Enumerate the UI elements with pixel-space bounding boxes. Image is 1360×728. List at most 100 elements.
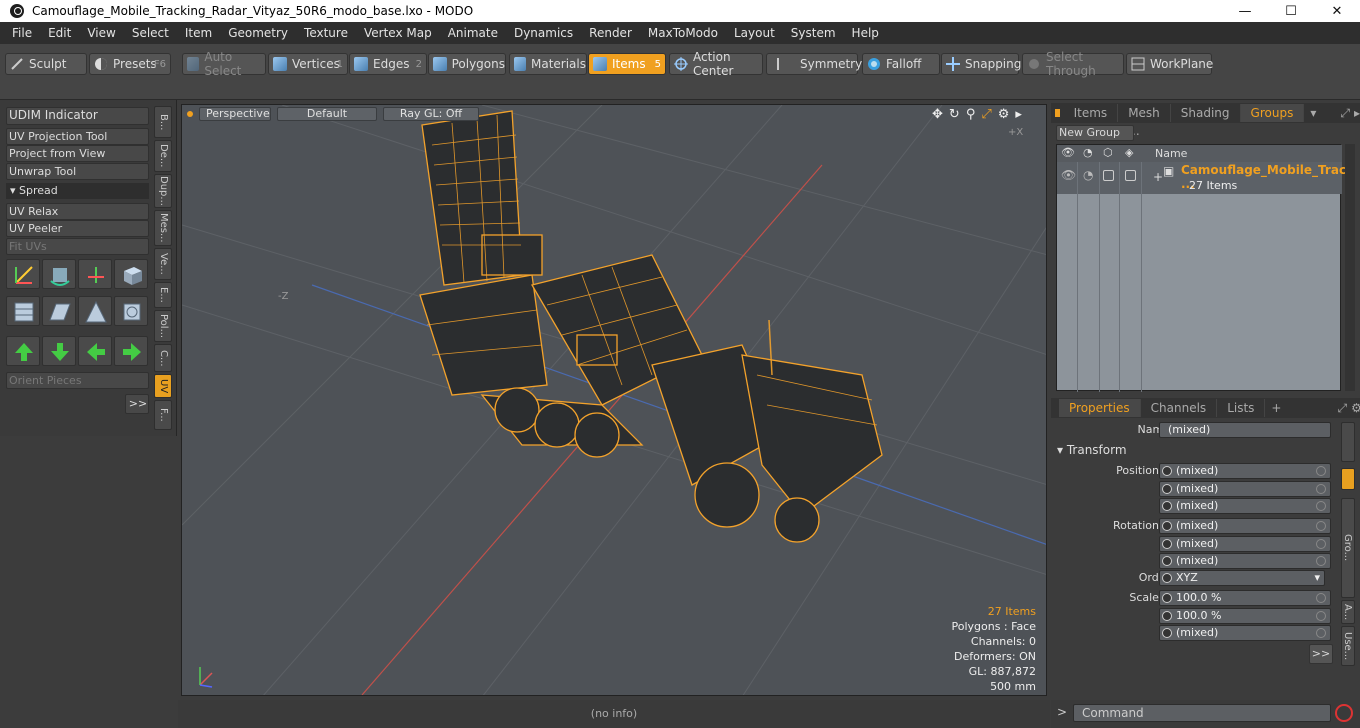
panel-more-icon[interactable]: ▸ (1354, 106, 1360, 120)
tab-menu-chevron-icon[interactable]: ▾ (1310, 106, 1316, 120)
snapping-button[interactable]: Snapping (941, 53, 1021, 75)
vtab-edge[interactable]: E... (154, 282, 172, 308)
maximize-button[interactable]: ☐ (1268, 0, 1314, 22)
materials-button[interactable]: Materials (509, 53, 587, 75)
scale-y-field[interactable]: 100.0 % (1159, 608, 1331, 624)
raygl-toggle[interactable]: Ray GL: Off (383, 107, 479, 121)
uv-sphere-icon-button[interactable] (6, 296, 40, 326)
properties-side-active[interactable] (1341, 468, 1355, 490)
position-z-field[interactable]: (mixed) (1159, 498, 1331, 514)
vtab-vertex[interactable]: Ve... (154, 248, 172, 280)
minimize-button[interactable]: — (1222, 0, 1268, 22)
uv-transform-icon-button[interactable] (6, 259, 40, 289)
select-icon[interactable]: ◈ (1125, 146, 1133, 159)
position-y-field[interactable]: (mixed) (1159, 481, 1331, 497)
udim-indicator-button[interactable]: UDIM Indicator (6, 107, 149, 125)
tab-channels[interactable]: Channels (1141, 399, 1218, 417)
move-up-button[interactable] (6, 336, 40, 366)
vtab-basic[interactable]: B... (154, 106, 172, 138)
uv-projection-tool-button[interactable]: UV Projection Tool (6, 128, 149, 145)
expand-plus-icon[interactable]: + (1153, 170, 1163, 184)
properties-side-grip[interactable] (1341, 422, 1355, 462)
new-group-button[interactable]: New Group (1056, 125, 1134, 141)
panel-handle[interactable] (1055, 109, 1060, 117)
uv-peeler-button[interactable]: UV Peeler (6, 220, 149, 237)
menu-item[interactable]: Item (177, 26, 220, 40)
vtab-deform[interactable]: De... (154, 140, 172, 172)
falloff-button[interactable]: Falloff (862, 53, 940, 75)
fit-uvs-button[interactable]: Fit UVs (6, 238, 149, 255)
uv-planar-icon-button[interactable] (42, 296, 76, 326)
project-from-view-button[interactable]: Project from View (6, 145, 149, 162)
menu-help[interactable]: Help (844, 26, 887, 40)
symmetry-button[interactable]: Symmetry (766, 53, 862, 75)
more-properties-button[interactable]: >> (1309, 644, 1333, 664)
select-through-button[interactable]: Select Through (1022, 50, 1124, 78)
visibility-eye-icon[interactable]: 👁 (1061, 146, 1075, 159)
scale-z-field[interactable]: (mixed) (1159, 625, 1331, 641)
menu-render[interactable]: Render (581, 26, 640, 40)
menu-dynamics[interactable]: Dynamics (506, 26, 581, 40)
uv-box-icon-button[interactable] (114, 259, 148, 289)
uv-cylinder-icon-button[interactable] (114, 296, 148, 326)
menu-animate[interactable]: Animate (440, 26, 506, 40)
uv-cone-icon-button[interactable] (78, 296, 112, 326)
side-tab-user[interactable]: Use... (1341, 626, 1355, 666)
name-column-header[interactable]: Name (1155, 147, 1187, 160)
shading-dropdown[interactable]: Default (277, 107, 377, 121)
expand-arrow-icon[interactable]: ▸ (1015, 107, 1022, 122)
tab-lists[interactable]: Lists (1217, 399, 1266, 417)
tab-properties[interactable]: Properties (1059, 399, 1141, 417)
vtab-duplicate[interactable]: Dup... (154, 174, 172, 208)
menu-maxtomodo[interactable]: MaxToModo (640, 26, 726, 40)
side-tab-groups[interactable]: Gro... (1341, 498, 1355, 598)
popout-icon[interactable]: ⤢ (1340, 106, 1350, 121)
group-lock-checkbox[interactable] (1103, 170, 1114, 181)
sculpt-button[interactable]: Sculpt (5, 53, 87, 75)
auto-select-button[interactable]: Auto Select (182, 50, 266, 78)
action-center-button[interactable]: Action Center (669, 50, 763, 78)
vtab-polygon[interactable]: Pol... (154, 310, 172, 342)
render-icon[interactable]: ◔ (1083, 146, 1093, 159)
move-right-button[interactable] (114, 336, 148, 366)
rotation-y-field[interactable]: (mixed) (1159, 536, 1331, 552)
group-render-icon[interactable]: ◔ (1083, 168, 1093, 182)
group-visibility-icon[interactable]: 👁 (1061, 168, 1076, 182)
vtab-curve[interactable]: C... (154, 344, 172, 372)
menu-geometry[interactable]: Geometry (220, 26, 296, 40)
command-input[interactable]: Command (1073, 704, 1331, 722)
settings-gear-icon[interactable]: ⚙ (1351, 401, 1360, 415)
tab-items[interactable]: Items (1064, 104, 1119, 122)
orient-pieces-button[interactable]: Orient Pieces (6, 372, 149, 389)
pan-icon[interactable]: ✥ (932, 107, 943, 122)
menu-select[interactable]: Select (124, 26, 177, 40)
more-tools-button[interactable]: >> (125, 394, 149, 414)
uv-scale-icon-button[interactable] (78, 259, 112, 289)
group-select-checkbox[interactable] (1125, 170, 1136, 181)
position-x-field[interactable]: (mixed) (1159, 463, 1331, 479)
popout-icon[interactable]: ⤢ (1337, 401, 1347, 416)
add-tab-button[interactable]: + (1271, 401, 1281, 415)
items-button[interactable]: Items 5 (588, 53, 666, 75)
presets-button[interactable]: Presets F6 (89, 53, 171, 75)
transform-section[interactable]: ▾ Transform (1057, 443, 1337, 459)
menu-texture[interactable]: Texture (296, 26, 356, 40)
menu-edit[interactable]: Edit (40, 26, 79, 40)
menu-vertex-map[interactable]: Vertex Map (356, 26, 440, 40)
scale-x-field[interactable]: 100.0 % (1159, 590, 1331, 606)
perspective-dropdown[interactable]: Perspective (199, 107, 271, 121)
order-dropdown[interactable]: XYZ ▾ (1159, 570, 1325, 586)
tab-shading[interactable]: Shading (1171, 104, 1241, 122)
lock-cube-icon[interactable]: ⬡ (1103, 146, 1113, 159)
unwrap-tool-button[interactable]: Unwrap Tool (6, 163, 149, 180)
vtab-uv[interactable]: UV (154, 374, 172, 398)
move-down-button[interactable] (42, 336, 76, 366)
3d-viewport[interactable]: Perspective Default Ray GL: Off ✥ ↻ ⚲ ⤢ … (181, 104, 1047, 696)
menu-layout[interactable]: Layout (726, 26, 783, 40)
menu-system[interactable]: System (783, 26, 844, 40)
edges-button[interactable]: Edges 2 (349, 53, 427, 75)
groups-scrollbar[interactable] (1345, 144, 1355, 391)
spread-section[interactable]: ▾ Spread (6, 183, 149, 199)
menu-file[interactable]: File (4, 26, 40, 40)
vtab-fusion[interactable]: F... (154, 400, 172, 430)
